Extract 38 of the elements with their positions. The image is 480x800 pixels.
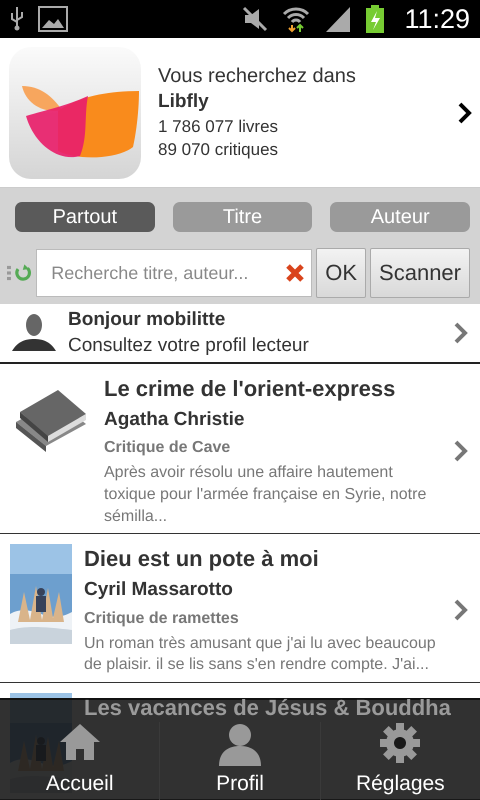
book-title: Les vacances de Jésus & Bouddha bbox=[84, 694, 452, 722]
library-name: Libfly bbox=[158, 91, 210, 114]
chevron-icon bbox=[454, 322, 468, 344]
nav-tab[interactable]: Profil bbox=[159, 722, 320, 800]
battery-icon bbox=[366, 5, 384, 33]
chevron-icon bbox=[454, 440, 468, 462]
ok-button[interactable]: OK bbox=[316, 248, 366, 298]
book-count: 1 786 077 livres bbox=[158, 117, 280, 138]
mute-icon bbox=[242, 6, 268, 32]
nav-tab[interactable]: Réglages bbox=[320, 722, 480, 800]
filter-tab[interactable]: Partout bbox=[15, 202, 155, 232]
chevron-icon bbox=[454, 599, 468, 622]
home-icon bbox=[58, 722, 101, 762]
nav-tab[interactable]: Accueil bbox=[0, 722, 160, 800]
book-title: Dieu est un pote à moi bbox=[84, 545, 320, 574]
usb-icon bbox=[10, 7, 24, 31]
person-icon bbox=[216, 722, 263, 766]
search-scope-label: Vous recherchez dans bbox=[158, 64, 357, 88]
scan-button[interactable]: Scanner bbox=[370, 248, 470, 298]
review-excerpt: Après avoir résolu une affaire hautement toxique pour l'armée française en Syrie, notre sémilla... bbox=[104, 463, 428, 527]
chevron-icon bbox=[458, 102, 472, 124]
book-author: Cyril Massarotto bbox=[84, 578, 234, 602]
review-author: Critique de ramettes bbox=[84, 608, 240, 629]
profile-link[interactable]: Consultez votre profil lecteur bbox=[68, 334, 444, 358]
review-count: 89 070 critiques bbox=[158, 140, 280, 161]
book-title: Le crime de l'orient-express bbox=[104, 375, 396, 403]
settings-icon bbox=[379, 722, 422, 764]
signal-icon bbox=[324, 5, 352, 33]
book-author: Agatha Christie bbox=[104, 408, 246, 432]
image-icon bbox=[38, 6, 68, 32]
review-excerpt: Un roman très amusant que j'ai lu avec beaucoup de plaisir. il se lis sans s'en rendre compte. J'ai... bbox=[84, 634, 437, 676]
greeting: Bonjour mobilitte bbox=[68, 308, 226, 332]
clear-icon[interactable] bbox=[285, 263, 306, 283]
wifi-icon bbox=[282, 5, 310, 33]
search-field[interactable]: Recherche titre, auteur... bbox=[36, 249, 312, 297]
user-icon bbox=[10, 313, 58, 353]
status-time: 11:29 bbox=[404, 4, 470, 34]
review-author: Critique de Cave bbox=[104, 438, 232, 458]
